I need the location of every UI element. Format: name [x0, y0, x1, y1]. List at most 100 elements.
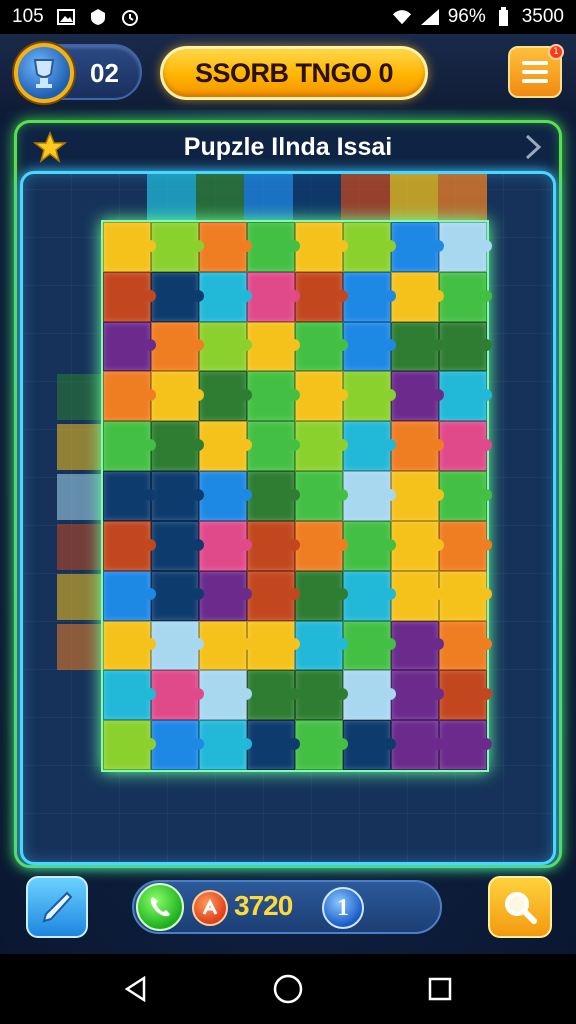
puzzle-piece[interactable]	[247, 620, 300, 671]
puzzle-piece[interactable]	[151, 271, 204, 322]
puzzle-piece[interactable]	[199, 570, 252, 621]
puzzle-piece[interactable]	[295, 371, 348, 422]
puzzle-piece[interactable]	[343, 222, 396, 272]
search-button[interactable]	[488, 876, 552, 938]
puzzle-piece[interactable]	[439, 222, 492, 272]
puzzle-piece[interactable]	[247, 670, 300, 721]
pencil-button[interactable]	[26, 876, 88, 938]
puzzle-piece[interactable]	[103, 321, 156, 372]
puzzle-piece[interactable]	[391, 371, 444, 422]
puzzle-piece[interactable]	[247, 520, 300, 571]
puzzle-grid[interactable]	[101, 220, 492, 772]
puzzle-piece[interactable]	[391, 471, 444, 521]
puzzle-piece[interactable]	[199, 271, 252, 322]
puzzle-piece[interactable]	[199, 620, 252, 671]
puzzle-piece[interactable]	[151, 371, 204, 422]
loose-piece[interactable]	[389, 174, 439, 220]
puzzle-piece[interactable]	[247, 720, 300, 770]
puzzle-piece[interactable]	[199, 720, 252, 770]
puzzle-piece[interactable]	[247, 222, 300, 272]
puzzle-piece[interactable]	[391, 520, 444, 571]
puzzle-piece[interactable]	[391, 620, 444, 671]
loose-piece[interactable]	[57, 474, 101, 520]
puzzle-piece[interactable]	[391, 271, 444, 322]
puzzle-piece[interactable]	[439, 371, 492, 422]
puzzle-piece[interactable]	[103, 570, 156, 621]
puzzle-piece[interactable]	[199, 222, 252, 272]
puzzle-piece[interactable]	[151, 471, 204, 521]
puzzle-piece[interactable]	[295, 421, 348, 472]
puzzle-piece[interactable]	[199, 421, 252, 472]
puzzle-piece[interactable]	[247, 570, 300, 621]
puzzle-piece[interactable]	[343, 471, 396, 521]
puzzle-piece[interactable]	[103, 222, 156, 272]
puzzle-piece[interactable]	[343, 670, 396, 721]
puzzle-piece[interactable]	[151, 222, 204, 272]
puzzle-piece[interactable]	[247, 271, 300, 322]
puzzle-piece[interactable]	[199, 471, 252, 521]
puzzle-piece[interactable]	[295, 222, 348, 272]
puzzle-piece[interactable]	[439, 670, 492, 721]
star-icon[interactable]	[33, 131, 67, 163]
puzzle-piece[interactable]	[295, 321, 348, 372]
puzzle-piece[interactable]	[295, 520, 348, 571]
puzzle-piece[interactable]	[151, 720, 204, 770]
puzzle-piece[interactable]	[439, 271, 492, 322]
puzzle-piece[interactable]	[343, 321, 396, 372]
puzzle-piece[interactable]	[343, 520, 396, 571]
puzzle-piece[interactable]	[439, 321, 492, 372]
puzzle-piece[interactable]	[439, 720, 492, 770]
puzzle-piece[interactable]	[151, 620, 204, 671]
puzzle-piece[interactable]	[343, 720, 396, 770]
puzzle-piece[interactable]	[247, 371, 300, 422]
puzzle-piece[interactable]	[391, 720, 444, 770]
info-button[interactable]: 1	[322, 887, 364, 929]
loose-piece[interactable]	[147, 174, 196, 220]
puzzle-piece[interactable]	[439, 520, 492, 571]
puzzle-piece[interactable]	[439, 620, 492, 671]
score-title-button[interactable]: SSORB TNGO 0	[160, 46, 428, 100]
puzzle-piece[interactable]	[343, 570, 396, 621]
puzzle-piece[interactable]	[295, 271, 348, 322]
puzzle-piece[interactable]	[103, 471, 156, 521]
puzzle-piece[interactable]	[151, 670, 204, 721]
puzzle-board[interactable]	[20, 171, 556, 865]
puzzle-piece[interactable]	[343, 271, 396, 322]
loose-piece[interactable]	[341, 174, 390, 220]
recents-button[interactable]	[420, 969, 460, 1009]
loose-piece[interactable]	[292, 174, 342, 220]
puzzle-piece[interactable]	[391, 670, 444, 721]
loose-piece[interactable]	[57, 574, 101, 620]
puzzle-piece[interactable]	[247, 471, 300, 521]
back-button[interactable]	[116, 969, 156, 1009]
puzzle-piece[interactable]	[199, 321, 252, 372]
puzzle-piece[interactable]	[391, 570, 444, 621]
puzzle-piece[interactable]	[151, 570, 204, 621]
puzzle-piece[interactable]	[151, 520, 204, 571]
home-button[interactable]	[268, 969, 308, 1009]
puzzle-piece[interactable]	[103, 620, 156, 671]
chevron-right-icon[interactable]	[521, 133, 545, 161]
puzzle-piece[interactable]	[391, 321, 444, 372]
puzzle-piece[interactable]	[295, 471, 348, 521]
puzzle-piece[interactable]	[247, 421, 300, 472]
puzzle-piece[interactable]	[295, 670, 348, 721]
puzzle-piece[interactable]	[103, 520, 156, 571]
puzzle-piece[interactable]	[439, 471, 492, 521]
puzzle-piece[interactable]	[151, 421, 204, 472]
loose-piece[interactable]	[57, 624, 101, 670]
puzzle-piece[interactable]	[103, 271, 156, 322]
puzzle-piece[interactable]	[247, 321, 300, 372]
loose-piece[interactable]	[195, 174, 245, 220]
puzzle-piece[interactable]	[103, 371, 156, 422]
puzzle-piece[interactable]	[439, 421, 492, 472]
puzzle-piece[interactable]	[103, 670, 156, 721]
puzzle-piece[interactable]	[199, 520, 252, 571]
loose-piece[interactable]	[57, 374, 101, 420]
puzzle-piece[interactable]	[343, 421, 396, 472]
puzzle-piece[interactable]	[391, 222, 444, 272]
loose-piece[interactable]	[244, 174, 293, 220]
puzzle-piece[interactable]	[343, 371, 396, 422]
puzzle-piece[interactable]	[391, 421, 444, 472]
loose-piece[interactable]	[57, 424, 101, 470]
